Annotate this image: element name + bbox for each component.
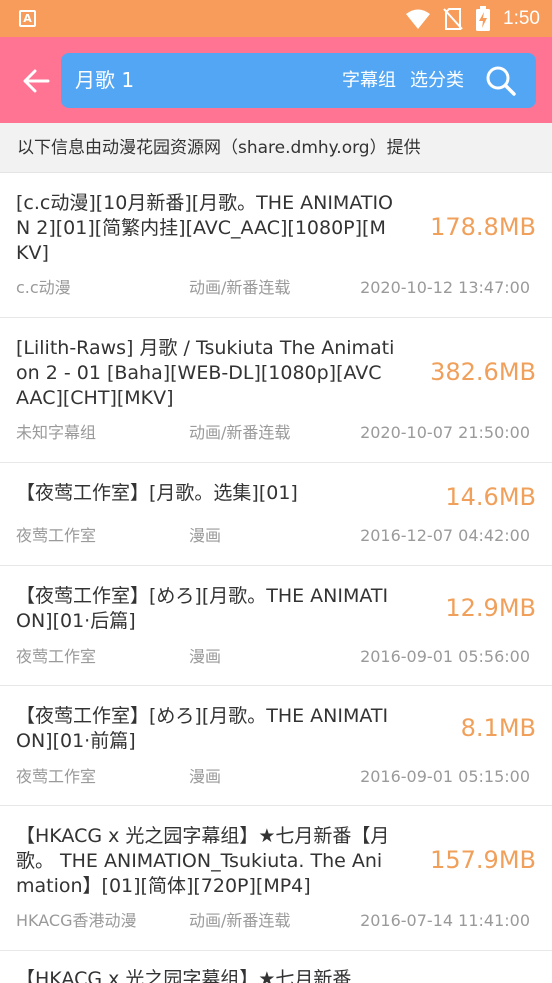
item-title: 【夜莺工作室】[月歌。选集][01]	[16, 482, 298, 504]
item-group: 夜莺工作室	[16, 526, 97, 545]
list-item[interactable]: 【HKACG x 光之园字幕组】★七月新番	[0, 951, 552, 983]
item-size: 382.6MB	[430, 358, 536, 386]
app-notification-icon: A	[19, 10, 36, 27]
search-icon[interactable]	[485, 65, 517, 97]
item-title: 【HKACG x 光之园字幕组】★七月新番【月歌。 THE ANIMATION_…	[16, 825, 390, 897]
item-size: 14.6MB	[445, 483, 536, 511]
item-category: 漫画	[189, 767, 222, 786]
category-filter-button[interactable]: 选分类	[410, 53, 464, 108]
item-date: 2020-10-12 13:47:00	[360, 278, 530, 297]
item-group: HKACG香港动漫	[16, 911, 137, 930]
item-title: [Lilith-Raws] 月歌 / Tsukiuta The Animatio…	[16, 337, 395, 409]
list-item[interactable]: [c.c动漫][10月新番][月歌。THE ANIMATION 2][01][简…	[0, 173, 552, 318]
status-time: 1:50	[503, 7, 540, 29]
item-group: 夜莺工作室	[16, 767, 97, 786]
item-date: 2016-09-01 05:56:00	[360, 647, 530, 666]
result-list[interactable]: [c.c动漫][10月新番][月歌。THE ANIMATION 2][01][简…	[0, 173, 552, 983]
item-meta: 夜莺工作室 漫画 2016-12-07 04:42:00	[16, 525, 530, 547]
source-info-text: 以下信息由动漫花园资源网（share.dmhy.org）提供	[17, 138, 421, 158]
item-group: c.c动漫	[16, 278, 71, 297]
item-group: 未知字幕组	[16, 423, 97, 442]
item-date: 2016-07-14 11:41:00	[360, 911, 530, 930]
search-input[interactable]: 月歌 1	[75, 53, 134, 108]
battery-charging-icon	[476, 5, 491, 31]
item-size: 12.9MB	[445, 594, 536, 622]
item-title: [c.c动漫][10月新番][月歌。THE ANIMATION 2][01][简…	[16, 192, 394, 264]
list-item[interactable]: 【HKACG x 光之园字幕组】★七月新番【月歌。 THE ANIMATION_…	[0, 806, 552, 951]
item-size: 8.1MB	[460, 714, 536, 742]
no-sim-icon	[443, 7, 463, 30]
status-bar: A 1:50	[0, 0, 552, 37]
item-group: 夜莺工作室	[16, 647, 97, 666]
item-category: 动画/新番连载	[189, 911, 291, 930]
item-date: 2020-10-07 21:50:00	[360, 423, 530, 442]
item-category: 漫画	[189, 526, 222, 545]
item-meta: 夜莺工作室 漫画 2016-09-01 05:56:00	[16, 646, 530, 668]
item-category: 漫画	[189, 647, 222, 666]
source-info-banner: 以下信息由动漫花园资源网（share.dmhy.org）提供	[0, 123, 552, 173]
item-size: 178.8MB	[430, 213, 536, 241]
item-date: 2016-09-01 05:15:00	[360, 767, 530, 786]
status-icons: 1:50	[405, 0, 540, 37]
item-size: 157.9MB	[430, 846, 536, 874]
app-header: 月歌 1 字幕组 选分类	[0, 37, 552, 123]
arrow-left-icon	[23, 69, 50, 93]
list-item[interactable]: 【夜莺工作室】[月歌。选集][01] 14.6MB 夜莺工作室 漫画 2016-…	[0, 463, 552, 566]
item-date: 2016-12-07 04:42:00	[360, 526, 530, 545]
item-meta: HKACG香港动漫 动画/新番连载 2016-07-14 11:41:00	[16, 910, 530, 932]
item-title: 【夜莺工作室】[めろ][月歌。THE ANIMATION][01·后篇]	[16, 585, 389, 632]
subtitle-group-filter-button[interactable]: 字幕组	[342, 53, 396, 108]
search-box[interactable]: 月歌 1 字幕组 选分类	[61, 53, 536, 108]
item-category: 动画/新番连载	[189, 278, 291, 297]
item-category: 动画/新番连载	[189, 423, 291, 442]
item-title: 【夜莺工作室】[めろ][月歌。THE ANIMATION][01·前篇]	[16, 705, 389, 752]
item-meta: c.c动漫 动画/新番连载 2020-10-12 13:47:00	[16, 277, 530, 299]
list-item[interactable]: [Lilith-Raws] 月歌 / Tsukiuta The Animatio…	[0, 318, 552, 463]
back-button[interactable]	[16, 61, 56, 101]
list-item[interactable]: 【夜莺工作室】[めろ][月歌。THE ANIMATION][01·前篇] 8.1…	[0, 686, 552, 806]
item-title: 【HKACG x 光之园字幕组】★七月新番	[16, 968, 352, 983]
wifi-icon	[406, 9, 431, 29]
list-item[interactable]: 【夜莺工作室】[めろ][月歌。THE ANIMATION][01·后篇] 12.…	[0, 566, 552, 686]
item-meta: 未知字幕组 动画/新番连载 2020-10-07 21:50:00	[16, 422, 530, 444]
item-meta: 夜莺工作室 漫画 2016-09-01 05:15:00	[16, 766, 530, 788]
